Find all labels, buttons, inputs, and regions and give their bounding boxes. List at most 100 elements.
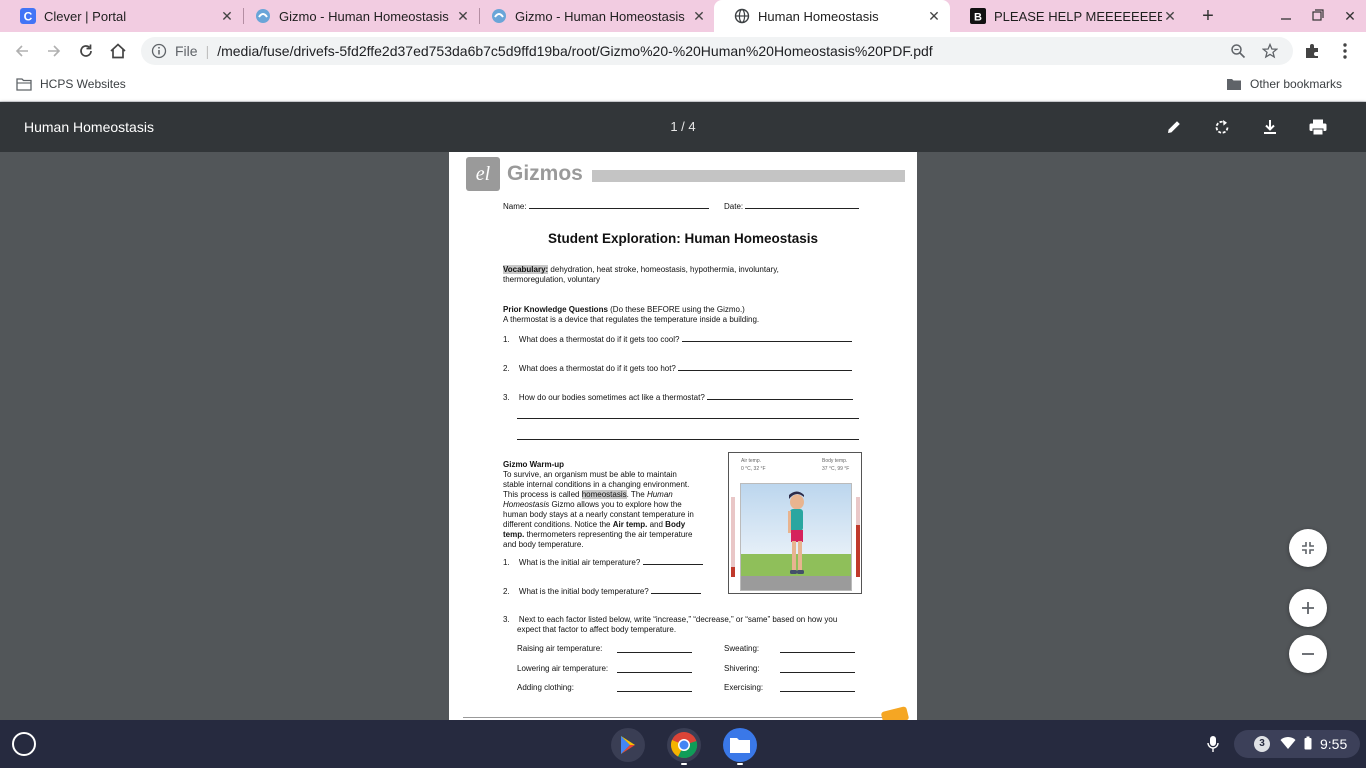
tab-title: Gizmo - Human Homeostasis [279,8,449,24]
tab-title: Clever | Portal [44,8,127,24]
pdf-viewer[interactable]: el Gizmos Name: Date: Student Exploratio… [0,152,1366,720]
close-icon[interactable]: ✕ [219,8,235,24]
question-pk-1: 1. What does a thermostat do if it gets … [503,334,852,345]
download-icon[interactable] [1258,115,1282,139]
body-temp-label: Body temp. [822,458,848,464]
close-icon[interactable]: ✕ [455,8,471,24]
question-wu-1: 1. What is the initial air temperature? [503,557,703,568]
tab-brainly[interactable]: B PLEASE HELP MEEEEEEEEEEEE ✕ [950,0,1186,32]
pdf-toolbar: Human Homeostasis 1 / 4 [0,102,1366,152]
tab-human-homeostasis[interactable]: Human Homeostasis ✕ [714,0,950,32]
menu-kebab-icon[interactable] [1333,39,1357,63]
url-scheme: File [175,43,198,59]
answer-blank [681,334,852,342]
bookmark-label: Other bookmarks [1250,77,1343,91]
zoom-out-button[interactable] [1289,635,1327,673]
footer-rule [463,717,903,718]
svg-text:C: C [24,10,33,24]
home-icon[interactable] [106,39,130,63]
tab-clever[interactable]: C Clever | Portal ✕ [0,0,243,32]
close-window-icon[interactable]: ✕ [1340,6,1360,26]
os-shelf: 3 9:55 [0,720,1366,768]
url-text[interactable]: /media/fuse/drivefs-5fd2ffe2d37ed753da6b… [217,43,1229,59]
zoom-icon[interactable] [1229,42,1247,60]
answer-blank [707,392,854,400]
launcher-icon[interactable] [12,732,36,756]
answer-line [780,672,855,673]
air-temp-value: 0 °C, 32 °F [741,466,766,472]
close-icon[interactable]: ✕ [691,8,707,24]
tab-title: Human Homeostasis [758,8,879,24]
print-icon[interactable] [1306,115,1330,139]
air-thermometer [731,497,735,577]
question-wu-3: 3. Next to each factor listed below, wri… [503,615,838,634]
prior-knowledge-section: Prior Knowledge Questions (Do these BEFO… [503,305,760,324]
question-wu-2: 2. What is the initial body temperature? [503,586,701,597]
info-icon[interactable] [151,43,167,59]
minus-icon [1302,653,1314,655]
answer-line [617,672,692,673]
zoom-in-button[interactable] [1289,589,1327,627]
forward-icon[interactable] [42,39,66,63]
files-icon[interactable] [723,728,757,762]
tab-gizmo-2[interactable]: Gizmo - Human Homeostasis ✕ [471,0,715,32]
extensions-icon[interactable] [1300,39,1324,63]
address-bar[interactable]: File | /media/fuse/drivefs-5fd2ffe2d37ed… [141,37,1293,65]
warm-up-section: Gizmo Warm-up To survive, an organism mu… [503,460,694,549]
chrome-icon[interactable] [667,728,701,762]
gizmo-icon [491,8,507,24]
minimize-icon[interactable] [1276,6,1296,26]
running-indicator [737,763,743,765]
bookmark-folder-hcps[interactable]: HCPS Websites [16,77,126,91]
tab-gizmo-1[interactable]: Gizmo - Human Homeostasis ✕ [235,0,479,32]
svg-text:B: B [974,12,982,24]
status-tray[interactable]: 3 9:55 [1234,730,1360,758]
reload-icon[interactable] [74,39,98,63]
new-tab-button[interactable]: + [1196,4,1220,28]
name-blank [528,201,709,209]
gizmos-brand: Gizmos [507,162,583,185]
tab-title: Gizmo - Human Homeostasis [515,8,685,24]
play-store-icon[interactable] [611,728,645,762]
bookmark-folder-other[interactable]: Other bookmarks [1226,77,1342,91]
factor-left-3: Adding clothing: [517,683,574,692]
date-blank [745,201,860,209]
answer-line [517,439,859,440]
gizmos-logo: el [466,157,500,191]
running-indicator [681,763,687,765]
microphone-icon[interactable] [1206,730,1220,758]
brainly-icon: B [970,8,986,24]
date-field: Date: [724,201,860,212]
tab-title: PLEASE HELP MEEEEEEEEEEEE [994,8,1162,24]
wifi-icon [1280,736,1296,753]
rotate-icon[interactable] [1210,115,1234,139]
answer-line [780,691,855,692]
factor-left-2: Lowering air temperature: [517,664,609,673]
answer-line [617,691,692,692]
bookmarks-bar: HCPS Websites Other bookmarks [0,70,1366,102]
header-rule [592,170,905,182]
fit-page-button[interactable] [1289,529,1327,567]
question-pk-2: 2. What does a thermostat do if it gets … [503,363,853,374]
pdf-page[interactable]: el Gizmos Name: Date: Student Exploratio… [449,152,917,720]
back-icon[interactable] [10,39,34,63]
folder-outline-icon [16,77,32,91]
factor-right-3: Exercising: [724,683,764,692]
restore-icon[interactable] [1308,6,1328,26]
answer-line [617,652,692,653]
gizmo-figure: Air temp. 0 °C, 32 °F Body temp. 37 °C, … [728,452,862,594]
factor-right-2: Shivering: [724,664,760,673]
factor-right-1: Sweating: [724,644,760,653]
gizmo-icon [255,8,271,24]
question-pk-3: 3. How do our bodies sometimes act like … [503,392,854,403]
answer-blank [642,557,703,565]
vocabulary-label: Vocabulary: [503,265,549,274]
vocabulary-section: Vocabulary: dehydration, heat stroke, ho… [503,265,779,284]
folder-icon [1226,77,1242,91]
close-icon[interactable]: ✕ [926,8,942,24]
answer-blank [650,586,701,594]
answer-blank [678,363,853,371]
bookmark-star-icon[interactable] [1261,42,1279,60]
close-icon[interactable]: ✕ [1162,8,1178,24]
annotate-pencil-icon[interactable] [1162,115,1186,139]
